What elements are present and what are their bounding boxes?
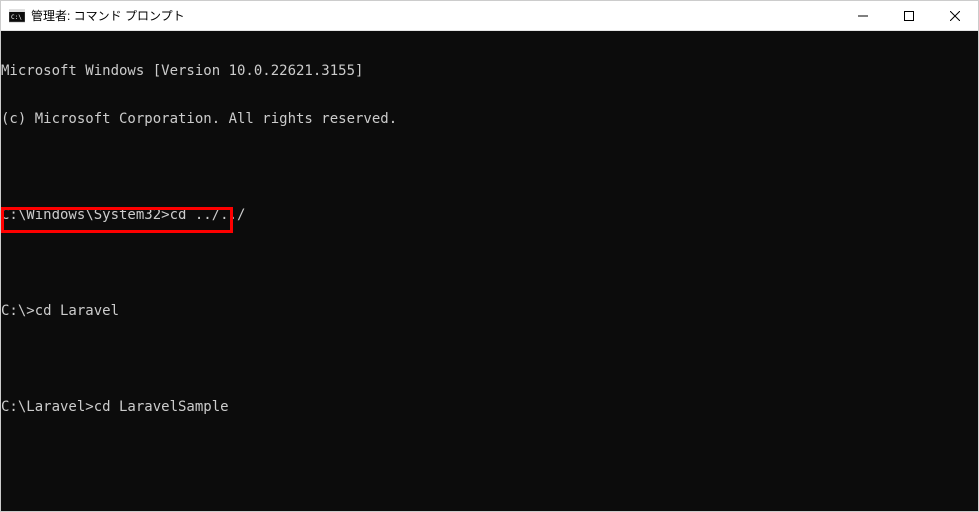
- terminal-line: C:\>cd Laravel: [1, 303, 978, 319]
- terminal-line: [1, 447, 978, 463]
- window-controls: [840, 1, 978, 30]
- minimize-button[interactable]: [840, 1, 886, 30]
- cmd-icon: C:\: [9, 8, 25, 24]
- terminal-line: [1, 159, 978, 175]
- terminal-line: (c) Microsoft Corporation. All rights re…: [1, 111, 978, 127]
- terminal-line: C:\Windows\System32>cd ../../: [1, 207, 978, 223]
- terminal-output[interactable]: Microsoft Windows [Version 10.0.22621.31…: [1, 31, 978, 511]
- title-left: C:\ 管理者: コマンド プロンプト: [9, 7, 185, 24]
- svg-text:C:\: C:\: [11, 14, 22, 21]
- window-title: 管理者: コマンド プロンプト: [31, 7, 185, 24]
- terminal-line: C:\Laravel>cd LaravelSample: [1, 399, 978, 415]
- terminal-line: [1, 495, 978, 511]
- command-prompt-window: C:\ 管理者: コマンド プロンプト Microsoft Windows [V…: [0, 0, 979, 512]
- close-button[interactable]: [932, 1, 978, 30]
- maximize-button[interactable]: [886, 1, 932, 30]
- terminal-line: [1, 255, 978, 271]
- titlebar: C:\ 管理者: コマンド プロンプト: [1, 1, 978, 31]
- terminal-line: Microsoft Windows [Version 10.0.22621.31…: [1, 63, 978, 79]
- terminal-line: [1, 351, 978, 367]
